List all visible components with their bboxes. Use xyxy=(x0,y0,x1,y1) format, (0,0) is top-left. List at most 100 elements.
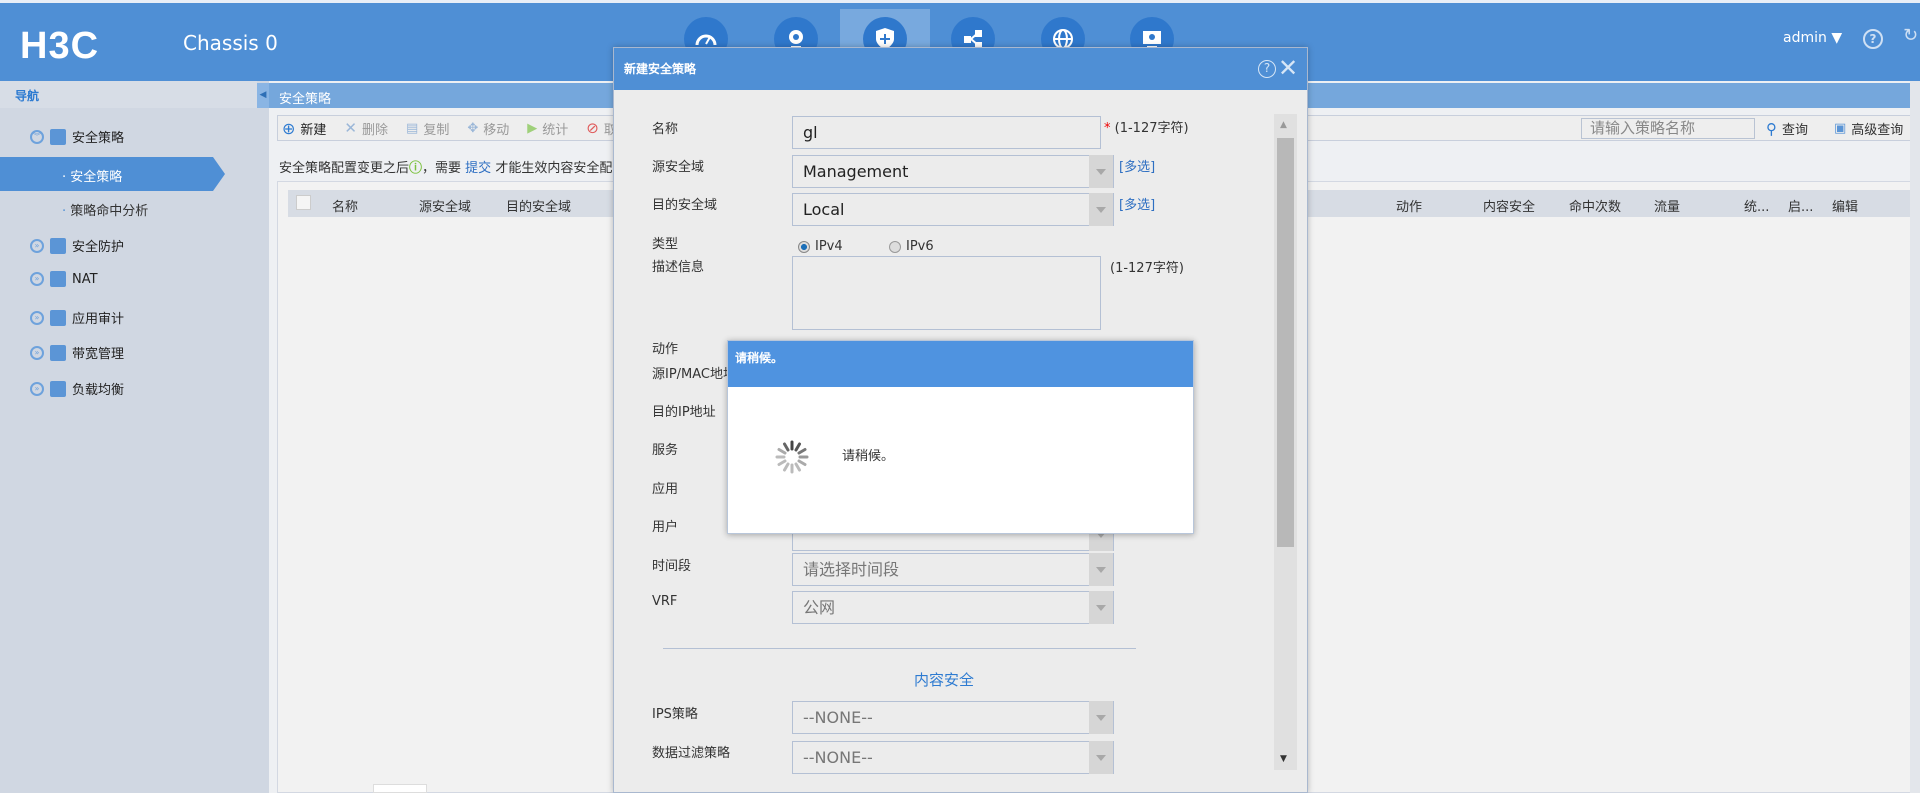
scroll-down-icon[interactable]: ▼ xyxy=(1280,754,1287,764)
commit-notice: 安全策略配置变更之后ⓘ，需要 提交 才能生效内容安全配置 xyxy=(279,157,625,176)
loading-title: 请稍候。 xyxy=(728,341,1193,387)
column-header[interactable]: 启... xyxy=(1788,196,1813,215)
expand-icon: » xyxy=(30,345,44,360)
column-header[interactable]: 流量 xyxy=(1654,196,1680,215)
sidebar-item-bandwidth[interactable]: » 带宽管理 xyxy=(30,343,124,362)
column-header[interactable]: 命中次数 xyxy=(1569,196,1621,215)
src-zone-select[interactable]: Management xyxy=(792,155,1114,188)
sidebar-item-app-audit[interactable]: » 应用审计 xyxy=(30,308,124,327)
sidebar-item-load-balance[interactable]: » 负载均衡 xyxy=(30,379,124,398)
sidebar-item-label: 安全策略 xyxy=(72,131,125,146)
submit-link[interactable]: 提交 xyxy=(465,161,491,176)
advanced-search-icon: ▣ xyxy=(1834,121,1847,136)
collapse-sidebar-button[interactable]: ◀ xyxy=(257,83,269,108)
src-zone-label: 源安全域 xyxy=(652,160,705,175)
dst-zone-multi-select-link[interactable]: [多选] xyxy=(1119,194,1155,213)
column-header[interactable]: 内容安全 xyxy=(1483,196,1535,215)
notice-text: ，需要 xyxy=(422,161,466,176)
column-header[interactable]: 源安全域 xyxy=(419,196,471,215)
policy-search-input[interactable]: 请输入策略名称 xyxy=(1581,118,1755,139)
description-label: 描述信息 xyxy=(652,260,705,275)
logout-icon[interactable]: ↻ xyxy=(1903,25,1918,46)
device-title: Chassis 0 xyxy=(183,31,278,55)
sidebar-item-label: 策略命中分析 xyxy=(70,204,149,219)
column-header[interactable]: 统... xyxy=(1744,196,1769,215)
x-icon: ✕ xyxy=(344,119,357,137)
section-divider xyxy=(663,648,1136,649)
radio-label: IPv6 xyxy=(906,239,934,254)
column-header[interactable]: 编辑 xyxy=(1832,196,1858,215)
new-button[interactable]: ⊕ 新建 xyxy=(282,119,326,138)
help-icon[interactable]: ? xyxy=(1863,29,1883,49)
ips-policy-label: IPS策略 xyxy=(652,707,698,722)
vrf-select[interactable]: 公网 xyxy=(792,591,1114,624)
src-zone-multi-select-link[interactable]: [多选] xyxy=(1119,156,1155,175)
column-header[interactable]: 动作 xyxy=(1396,196,1422,215)
description-textarea[interactable] xyxy=(792,256,1101,330)
new-label: 新建 xyxy=(300,122,327,138)
copy-icon: ▤ xyxy=(406,120,419,136)
scrollbar-thumb[interactable] xyxy=(1277,138,1294,547)
plus-circle-icon: ⊕ xyxy=(282,118,296,138)
name-input[interactable]: gl xyxy=(792,116,1101,149)
chevron-down-icon[interactable] xyxy=(1089,193,1113,226)
sidebar-item-security-protection[interactable]: » 安全防护 xyxy=(30,236,124,255)
dst-zone-label: 目的安全域 xyxy=(652,198,718,213)
sidebar-item-nat[interactable]: » NAT xyxy=(30,271,98,287)
chevron-down-icon[interactable] xyxy=(1089,591,1113,624)
page-scrollbar[interactable] xyxy=(1910,81,1920,793)
advanced-query-button[interactable]: ▣ 高级查询 xyxy=(1834,119,1903,138)
copy-button[interactable]: ▤ 复制 xyxy=(406,119,449,138)
time-range-select[interactable]: 请选择时间段 xyxy=(792,553,1114,586)
hint-text: (1-127字符) xyxy=(1114,121,1189,136)
move-icon: ✥ xyxy=(467,120,479,136)
column-header[interactable]: 名称 xyxy=(332,196,358,215)
ips-policy-select[interactable]: --NONE-- xyxy=(792,701,1114,734)
selected-value: --NONE-- xyxy=(803,708,873,727)
sidebar-item-security-policy[interactable]: ︾ 安全策略 xyxy=(30,127,124,146)
grid-clock-icon xyxy=(50,309,66,326)
shield-icon xyxy=(50,237,66,254)
help-circle-icon[interactable]: ⓘ xyxy=(409,161,422,176)
scroll-up-icon[interactable]: ▲ xyxy=(1280,120,1287,130)
user-menu[interactable]: admin ▼ xyxy=(1783,30,1842,46)
delete-button[interactable]: ✕ 删除 xyxy=(344,119,388,138)
name-hint: * (1-127字符) xyxy=(1104,117,1189,136)
radio-unchecked-icon xyxy=(889,240,901,253)
help-icon[interactable]: ? xyxy=(1258,60,1276,78)
user-label: 用户 xyxy=(652,520,679,535)
forbidden-icon: ⊘ xyxy=(586,119,599,137)
notice-text: 才能生效内容安全配置 xyxy=(491,161,626,176)
time-range-label: 时间段 xyxy=(652,559,692,574)
h3c-logo: H3C xyxy=(20,25,100,67)
sidebar-item-label: 安全策略 xyxy=(70,170,123,185)
chevron-down-icon[interactable] xyxy=(1089,553,1113,586)
service-label: 服务 xyxy=(652,443,679,458)
sidebar-subitem-security-policy[interactable]: · 安全策略 xyxy=(0,157,225,191)
dst-zone-select[interactable]: Local xyxy=(792,193,1114,226)
data-filter-select[interactable]: --NONE-- xyxy=(792,741,1114,774)
close-icon[interactable]: ✕ xyxy=(1278,54,1298,82)
loading-spinner-icon xyxy=(775,440,809,474)
selected-value: --NONE-- xyxy=(803,748,873,767)
stats-button[interactable]: ▶ 统计 xyxy=(527,119,568,138)
move-button[interactable]: ✥ 移动 xyxy=(467,119,509,138)
chevron-down-icon[interactable] xyxy=(1089,701,1113,734)
select-all-checkbox[interactable] xyxy=(296,195,311,210)
placeholder: 请选择时间段 xyxy=(803,560,900,579)
ipv6-radio[interactable]: IPv6 xyxy=(889,239,934,254)
query-button[interactable]: ⚲ 查询 xyxy=(1766,119,1808,139)
nav-title: 导航 xyxy=(0,81,257,108)
ipv4-radio[interactable]: IPv4 xyxy=(798,239,843,254)
expand-icon: » xyxy=(30,310,44,325)
search-icon: ⚲ xyxy=(1766,119,1777,138)
selected-value: Local xyxy=(803,200,845,219)
vrf-label: VRF xyxy=(652,594,678,609)
sidebar-subitem-policy-hit-analysis[interactable]: · 策略命中分析 xyxy=(62,200,148,219)
column-header[interactable]: 目的安全域 xyxy=(506,196,571,215)
dialog-scrollbar[interactable]: ▲ ▼ xyxy=(1274,114,1297,770)
pagination[interactable] xyxy=(373,784,427,793)
chevron-down-icon[interactable] xyxy=(1089,741,1113,774)
dialog-title: 新建安全策略 xyxy=(614,48,1307,90)
chevron-down-icon[interactable] xyxy=(1089,155,1113,188)
